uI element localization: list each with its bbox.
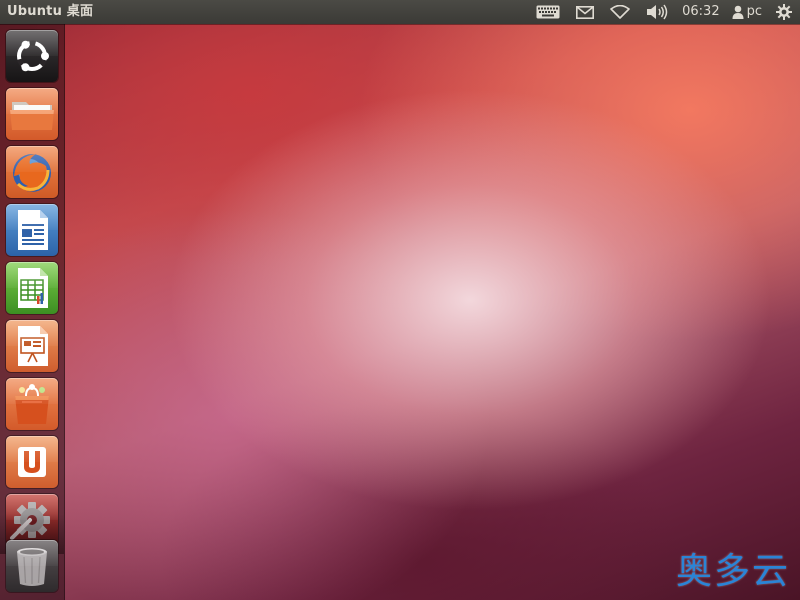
launcher-item-software-center[interactable] <box>6 378 58 430</box>
panel-clock[interactable]: 06:32 <box>676 0 725 24</box>
launcher-item-home-folder[interactable] <box>6 88 58 140</box>
keyboard-icon[interactable] <box>528 0 568 24</box>
launcher <box>0 24 65 600</box>
writer-document-icon <box>18 210 48 250</box>
top-panel: Ubuntu 桌面 06:32 pc <box>0 0 800 24</box>
launcher-item-trash[interactable] <box>6 540 58 592</box>
impress-presentation-icon <box>18 326 48 366</box>
launcher-item-firefox[interactable] <box>6 146 58 198</box>
launcher-item-writer[interactable] <box>6 204 58 256</box>
indicator-area: 06:32 pc <box>528 0 800 24</box>
mail-icon[interactable] <box>568 0 602 24</box>
firefox-icon <box>13 154 51 192</box>
trash-icon <box>17 548 47 586</box>
power-gear-icon[interactable] <box>768 0 800 24</box>
ubuntu-one-icon <box>18 447 46 477</box>
calc-spreadsheet-icon <box>18 268 48 308</box>
volume-icon[interactable] <box>638 0 676 24</box>
launcher-item-calc[interactable] <box>6 262 58 314</box>
user-menu[interactable]: pc <box>726 0 768 24</box>
launcher-item-ubuntu-one[interactable] <box>6 436 58 488</box>
ubuntu-logo-icon <box>16 40 49 72</box>
wifi-icon[interactable] <box>602 0 638 24</box>
folder-icon <box>10 102 54 130</box>
user-name: pc <box>746 4 762 19</box>
launcher-item-dash[interactable] <box>6 30 58 82</box>
panel-window-title: Ubuntu 桌面 <box>7 4 94 19</box>
shopping-bag-icon <box>15 384 49 424</box>
desktop-wallpaper[interactable] <box>0 0 800 600</box>
watermark-text: 奥多云 <box>675 551 790 592</box>
launcher-item-impress[interactable] <box>6 320 58 372</box>
user-icon <box>732 5 744 19</box>
